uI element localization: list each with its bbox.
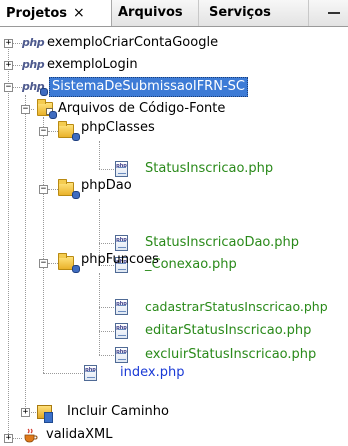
tree-guide-line <box>48 189 58 190</box>
tree-node-label: index.php <box>120 365 185 380</box>
tree-node-label: StatusInscricaoDao.php <box>145 235 300 250</box>
tree-guide-line <box>8 44 9 438</box>
php-project-icon: php <box>22 58 45 71</box>
tree-node-valida-xml[interactable]: validaXML <box>22 424 222 446</box>
php-file-icon: php <box>115 323 128 339</box>
tree-node-incluir-caminho[interactable]: Incluir Caminho <box>37 401 237 423</box>
php-file-icon: php <box>115 347 128 363</box>
tree-node-label: StatusInscricao.php <box>145 161 274 176</box>
tree-node-label: Incluir Caminho <box>67 404 169 419</box>
library-folder-icon <box>37 405 53 423</box>
tab-arquivos-label: Arquivos <box>118 5 183 20</box>
tree-guide-line <box>43 117 44 373</box>
collapse-toggle[interactable]: − <box>39 127 48 136</box>
php-project-icon: php <box>22 36 45 49</box>
collapse-toggle[interactable]: − <box>39 185 48 194</box>
java-project-icon <box>24 428 38 443</box>
versioning-badge-icon <box>72 191 80 199</box>
tree-node-label: SistemaDeSubmissaoIFRN-SC <box>49 77 248 97</box>
tree-node-status-inscricao-php[interactable]: php StatusInscricao.php <box>115 158 335 180</box>
tree-guide-line <box>99 169 114 170</box>
tree-node-label: exemploLogin <box>47 57 138 72</box>
versioning-badge-icon <box>40 88 48 96</box>
panel-tab-bar: Projetos × Arquivos Serviços <box>0 0 348 27</box>
tree-node-label: cadastrarStatusInscricao.php <box>145 299 328 314</box>
php-project-icon: php <box>22 80 45 93</box>
versioning-badge-icon <box>49 111 57 119</box>
php-file-icon: php <box>115 299 128 315</box>
tree-node-cadastrar-status-inscricao-php[interactable]: php cadastrarStatusInscricao.php <box>115 296 345 318</box>
tree-node-php-funcoes[interactable]: phpFuncoes <box>58 252 338 274</box>
tree-node-exemplo-criar-conta-google[interactable]: php exemploCriarContaGoogle <box>22 32 332 54</box>
expand-toggle[interactable]: + <box>21 408 30 417</box>
tree-guide-line <box>99 331 114 332</box>
tree-guide-line <box>13 43 22 44</box>
tab-projetos[interactable]: Projetos × <box>0 0 112 26</box>
versioning-badge-icon <box>72 265 80 273</box>
tree-node-sistema-de-submissao[interactable]: php SistemaDeSubmissaoIFRN-SC <box>22 76 332 98</box>
tab-projetos-label: Projetos <box>6 6 68 21</box>
tree-node-label: phpDao <box>81 178 132 193</box>
tree-node-label: editarStatusInscricao.php <box>145 323 312 338</box>
tree-guide-line <box>48 263 58 264</box>
versioning-badge-icon <box>72 133 80 141</box>
tree-guide-line <box>99 273 100 355</box>
tree-node-label: exemploCriarContaGoogle <box>47 35 219 50</box>
tree-node-index-php[interactable]: php index.php <box>84 362 284 384</box>
tree-guide-line <box>25 95 26 413</box>
close-icon[interactable]: × <box>73 5 85 21</box>
collapse-toggle[interactable]: − <box>4 83 13 92</box>
tree-guide-line <box>48 131 58 132</box>
tree-node-label: phpFuncoes <box>81 252 159 267</box>
tab-servicos-label: Serviços <box>209 5 271 20</box>
project-tree: + php exemploCriarContaGoogle + php exem… <box>0 27 348 443</box>
tree-guide-line <box>99 355 114 356</box>
tree-guide-line <box>99 243 114 244</box>
tab-arquivos[interactable]: Arquivos <box>112 0 199 26</box>
expand-toggle[interactable]: + <box>4 61 13 70</box>
tree-node-php-classes[interactable]: phpClasses <box>58 120 338 142</box>
tab-servicos[interactable]: Serviços <box>199 0 309 26</box>
collapse-toggle[interactable]: − <box>39 259 48 268</box>
tree-node-exemplo-login[interactable]: php exemploLogin <box>22 54 332 76</box>
tree-guide-line <box>13 87 22 88</box>
tree-node-editar-status-inscricao-php[interactable]: php editarStatusInscricao.php <box>115 320 343 342</box>
php-file-icon: php <box>84 365 97 381</box>
tree-guide-line <box>99 307 114 308</box>
tree-node-label: validaXML <box>46 427 113 442</box>
tree-guide-line <box>43 373 83 374</box>
tree-node-php-dao[interactable]: phpDao <box>58 178 338 200</box>
tree-guide-line <box>99 141 100 169</box>
tree-guide-line <box>13 65 22 66</box>
minimize-icon[interactable] <box>328 12 340 14</box>
collapse-toggle[interactable]: − <box>21 105 30 114</box>
expand-toggle[interactable]: + <box>4 39 13 48</box>
tree-node-label: phpClasses <box>81 120 155 135</box>
